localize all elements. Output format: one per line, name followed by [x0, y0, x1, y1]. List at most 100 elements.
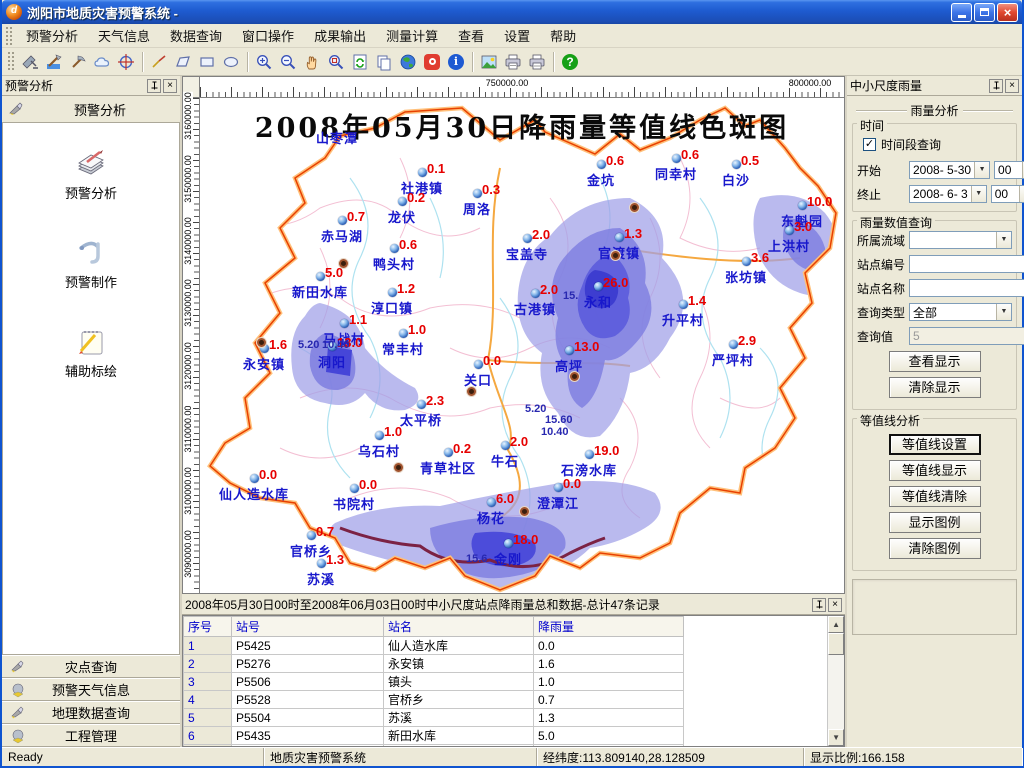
survey-tool-icon[interactable] [42, 50, 66, 74]
station-marker[interactable] [388, 288, 397, 297]
close-panel-button[interactable]: × [163, 79, 177, 93]
close-button[interactable]: × [997, 3, 1018, 22]
station-marker[interactable] [317, 559, 326, 568]
station-marker[interactable] [565, 346, 574, 355]
menu-item-4[interactable]: 窗口操作 [232, 23, 304, 48]
time-range-checkbox[interactable]: ✓ [863, 138, 876, 151]
station-marker[interactable] [732, 160, 741, 169]
table-row[interactable]: 6P5435新田水库5.0 [184, 727, 827, 745]
station-marker[interactable] [418, 168, 427, 177]
chevron-down-icon[interactable]: ▼ [996, 232, 1011, 248]
contour-show-button[interactable]: 等值线显示 [889, 460, 981, 481]
station-marker[interactable] [444, 448, 453, 457]
ellipse-draw-icon[interactable] [219, 50, 243, 74]
table-scrollbar[interactable]: ▲ ▼ [827, 616, 844, 746]
station-marker[interactable] [338, 216, 347, 225]
station-id-input[interactable] [909, 255, 1024, 273]
table-row[interactable]: 1P5425仙人造水库0.0 [184, 637, 827, 655]
chevron-down-icon[interactable]: ▼ [996, 304, 1011, 320]
sidebar-item-alarm-make[interactable]: 预警制作 [3, 234, 179, 291]
help-icon[interactable]: ? [558, 50, 582, 74]
station-marker[interactable] [597, 160, 606, 169]
start-hour-combobox[interactable]: 00▼ [994, 161, 1024, 179]
town-marker[interactable] [520, 507, 529, 516]
menu-grip-handle[interactable] [5, 26, 13, 44]
cloud-icon[interactable] [90, 50, 114, 74]
menu-item-8[interactable]: 设置 [494, 23, 540, 48]
station-marker[interactable] [307, 531, 316, 540]
menu-item-2[interactable]: 天气信息 [88, 23, 160, 48]
town-marker[interactable] [339, 259, 348, 268]
clear-display-button[interactable]: 清除显示 [889, 377, 981, 398]
town-marker[interactable] [611, 251, 620, 260]
show-legend-button[interactable]: 显示图例 [889, 512, 981, 533]
table-row[interactable]: 7P5310洞阳13.0 [184, 745, 827, 748]
table-row[interactable]: 3P5506镇头1.0 [184, 673, 827, 691]
image-export-icon[interactable] [477, 50, 501, 74]
station-marker[interactable] [399, 329, 408, 338]
print-preview-icon[interactable] [525, 50, 549, 74]
sidebar-group-header[interactable]: 预警分析 [2, 96, 180, 123]
station-marker[interactable] [501, 441, 510, 450]
map-canvas[interactable]: 2008年05月30日降雨量等值线色斑图 山枣潭0.1社港镇0.3周洛0.2龙伏… [200, 98, 844, 593]
town-marker[interactable] [257, 338, 266, 347]
contour-settings-button[interactable]: 等值线设置 [889, 434, 981, 455]
menu-item-1[interactable]: 预警分析 [16, 23, 88, 48]
station-marker[interactable] [473, 189, 482, 198]
menu-item-5[interactable]: 成果输出 [304, 23, 376, 48]
pin-button[interactable] [812, 598, 826, 612]
pin-button[interactable] [147, 79, 161, 93]
chevron-down-icon[interactable]: ▼ [1019, 186, 1024, 202]
show-display-button[interactable]: 查看显示 [889, 351, 981, 372]
pick-tool-icon[interactable] [66, 50, 90, 74]
station-marker[interactable] [585, 450, 594, 459]
station-marker[interactable] [316, 272, 325, 281]
station-marker[interactable] [679, 300, 688, 309]
pin-button[interactable] [989, 79, 1003, 93]
station-marker[interactable] [487, 498, 496, 507]
station-marker[interactable] [350, 484, 359, 493]
station-marker[interactable] [742, 257, 751, 266]
polygon-draw-icon[interactable] [171, 50, 195, 74]
copy-view-icon[interactable] [372, 50, 396, 74]
table-row[interactable]: 2P5276永安镇1.6 [184, 655, 827, 673]
station-marker[interactable] [531, 289, 540, 298]
globe-icon[interactable] [396, 50, 420, 74]
query-value-input[interactable] [909, 327, 1024, 345]
station-marker[interactable] [554, 483, 563, 492]
close-panel-button[interactable]: × [1005, 79, 1019, 93]
info-icon[interactable]: i [444, 50, 468, 74]
column-header[interactable]: 降雨量 [534, 617, 684, 637]
end-hour-combobox[interactable]: 00▼ [991, 185, 1024, 203]
radar-icon[interactable] [18, 50, 42, 74]
zoom-window-icon[interactable] [324, 50, 348, 74]
station-marker[interactable] [672, 154, 681, 163]
menu-item-6[interactable]: 测量计算 [376, 23, 448, 48]
station-marker[interactable] [474, 360, 483, 369]
town-marker[interactable] [394, 463, 403, 472]
chevron-down-icon[interactable]: ▼ [971, 186, 986, 202]
scroll-up-button[interactable]: ▲ [828, 616, 844, 633]
column-header[interactable]: 站号 [232, 617, 384, 637]
sidebar-item-geodata-query[interactable]: 地理数据查询 [2, 701, 180, 724]
query-type-combobox[interactable]: 全部▼ [909, 303, 1012, 321]
station-marker[interactable] [340, 319, 349, 328]
sidebar-item-alarm-analysis[interactable]: 预警分析 [3, 145, 179, 202]
target-icon[interactable] [114, 50, 138, 74]
start-date-combobox[interactable]: 2008- 5-30▼ [909, 161, 990, 179]
chevron-down-icon[interactable]: ▼ [974, 162, 989, 178]
sidebar-item-disaster-query[interactable]: 灾点查询 [2, 655, 180, 678]
station-marker[interactable] [594, 282, 603, 291]
maximize-button[interactable] [974, 3, 995, 22]
rectangle-draw-icon[interactable] [195, 50, 219, 74]
close-panel-button[interactable]: × [828, 598, 842, 612]
minimize-button[interactable] [951, 3, 972, 22]
scroll-thumb[interactable] [828, 633, 844, 655]
scroll-track[interactable] [828, 655, 844, 729]
zoom-in-icon[interactable] [252, 50, 276, 74]
town-marker[interactable] [467, 387, 476, 396]
station-marker[interactable] [729, 340, 738, 349]
station-marker[interactable] [398, 197, 407, 206]
stop-icon[interactable] [420, 50, 444, 74]
sidebar-item-project-manage[interactable]: 工程管理 [2, 724, 180, 747]
